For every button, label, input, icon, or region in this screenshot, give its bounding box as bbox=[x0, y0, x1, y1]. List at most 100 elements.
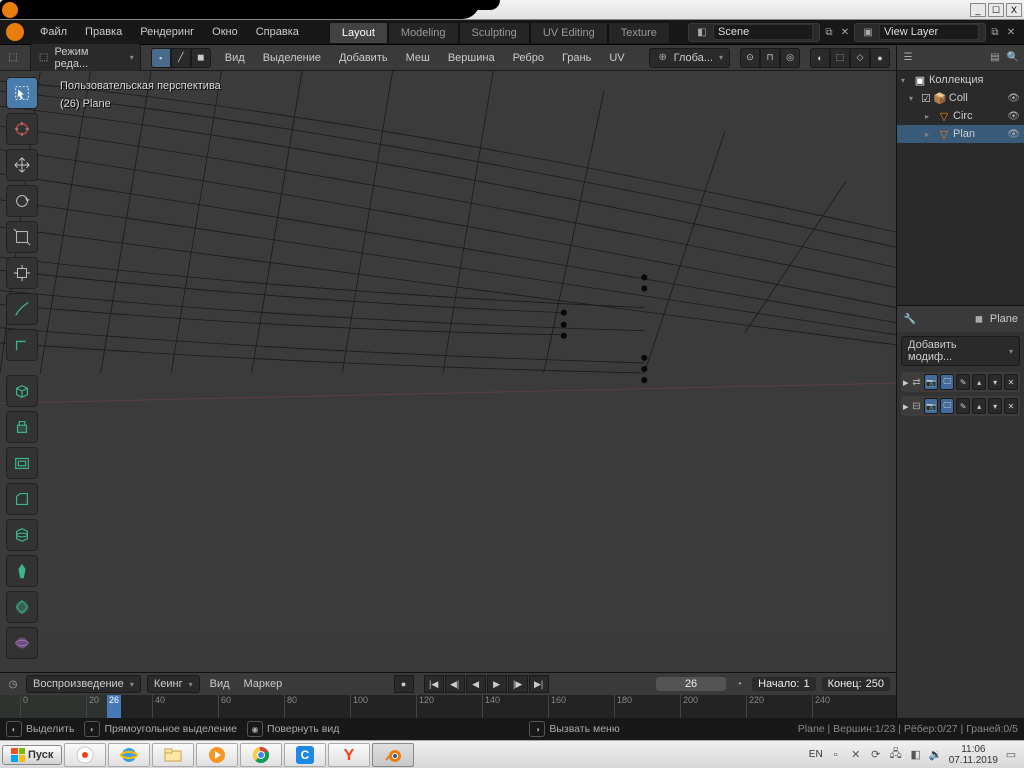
outliner[interactable]: ▾▣Коллекция ▾☑📦Coll👁 ▸▽Circ👁 ▸▽Plan👁 bbox=[897, 71, 1024, 305]
playhead[interactable]: 26 bbox=[107, 695, 121, 718]
tb-yandex[interactable] bbox=[64, 743, 106, 767]
frame-start[interactable]: Начало:1 bbox=[752, 677, 816, 691]
tool-rotate[interactable] bbox=[6, 185, 38, 217]
scene-input[interactable] bbox=[713, 24, 813, 40]
tb-wmp[interactable] bbox=[196, 743, 238, 767]
mod1-render[interactable]: 📷 bbox=[924, 374, 938, 390]
tool-measure[interactable] bbox=[6, 329, 38, 361]
jump-start[interactable]: |◀ bbox=[424, 675, 444, 693]
mod2-edit[interactable]: ✎ bbox=[956, 398, 970, 414]
outliner-collection-root[interactable]: ▾▣Коллекция bbox=[897, 71, 1024, 89]
face-mode[interactable]: ◼ bbox=[191, 48, 211, 68]
tray-volume-icon[interactable]: 🔉 bbox=[929, 748, 943, 762]
viewlayer-selector[interactable]: ▣ bbox=[854, 23, 986, 42]
menu-file[interactable]: Файл bbox=[32, 23, 75, 41]
tool-add-cube[interactable] bbox=[6, 375, 38, 407]
props-editor-icon[interactable]: 🔧 bbox=[903, 312, 917, 326]
hm-select[interactable]: Выделение bbox=[259, 50, 325, 66]
tool-poly-build[interactable] bbox=[6, 591, 38, 623]
visibility-toggle[interactable]: 👁 bbox=[1007, 129, 1020, 140]
playback-dropdown[interactable]: Воспроизведение bbox=[26, 675, 141, 693]
tray-network-icon[interactable]: 🖧 bbox=[889, 748, 903, 762]
tb-explorer[interactable] bbox=[152, 743, 194, 767]
orientation-dropdown[interactable]: ⊕Глоба... bbox=[649, 48, 730, 68]
mode-dropdown[interactable]: ⬚Режим реда... bbox=[30, 43, 141, 73]
maximize-button[interactable]: ☐ bbox=[988, 3, 1004, 17]
close-button[interactable]: X bbox=[1006, 3, 1022, 17]
tray-clock[interactable]: 11:0607.11.2019 bbox=[949, 744, 998, 766]
keyframe-prev[interactable]: ◀| bbox=[445, 675, 465, 693]
mod2-render[interactable]: 📷 bbox=[924, 398, 938, 414]
scene-selector[interactable]: ◧ bbox=[688, 23, 820, 42]
keyframe-next[interactable]: |▶ bbox=[508, 675, 528, 693]
tb-yandex-browser[interactable]: Y bbox=[328, 743, 370, 767]
play-reverse[interactable]: ◀ bbox=[466, 675, 486, 693]
edge-mode[interactable]: ╱ bbox=[171, 48, 191, 68]
autokey-toggle[interactable]: ● bbox=[394, 675, 414, 693]
hm-mesh[interactable]: Меш bbox=[402, 50, 434, 66]
hm-vertex[interactable]: Вершина bbox=[444, 50, 499, 66]
outliner-item-coll[interactable]: ▾☑📦Coll👁 bbox=[897, 89, 1024, 107]
menu-edit[interactable]: Правка bbox=[77, 23, 130, 41]
layer-del-icon[interactable]: ✕ bbox=[1004, 25, 1018, 39]
modifier-2[interactable]: ▸⊟ 📷🖵 ✎▴▾✕ bbox=[901, 396, 1020, 416]
tl-marker[interactable]: Маркер bbox=[240, 676, 287, 692]
tool-annotate[interactable] bbox=[6, 293, 38, 325]
scene-del-icon[interactable]: ✕ bbox=[838, 25, 852, 39]
outliner-editor-icon[interactable]: ☰ bbox=[901, 51, 915, 65]
mod2-del[interactable]: ✕ bbox=[1004, 398, 1018, 414]
editor-type-icon[interactable]: ⬚ bbox=[6, 51, 20, 65]
play[interactable]: ▶ bbox=[487, 675, 507, 693]
timeline-editor-icon[interactable]: ◷ bbox=[6, 677, 20, 691]
current-frame[interactable]: 26 bbox=[656, 677, 726, 691]
search-icon[interactable]: 🔍 bbox=[1006, 51, 1020, 65]
modifier-1[interactable]: ▸⇄ 📷🖵 ✎▴▾✕ bbox=[901, 372, 1020, 392]
vertex-mode[interactable]: ▪ bbox=[151, 48, 171, 68]
overlay-toggle[interactable]: ◐ bbox=[810, 48, 830, 68]
viewport-3d[interactable]: Пользовательская перспектива (26) Plane bbox=[0, 71, 896, 672]
start-button[interactable]: Пуск bbox=[2, 745, 62, 765]
mod1-del[interactable]: ✕ bbox=[1004, 374, 1018, 390]
tool-transform[interactable] bbox=[6, 257, 38, 289]
mod1-edit[interactable]: ✎ bbox=[956, 374, 970, 390]
ws-layout[interactable]: Layout bbox=[329, 22, 388, 43]
hm-uv[interactable]: UV bbox=[605, 50, 628, 66]
filter-icon[interactable]: ▤ bbox=[988, 51, 1002, 65]
add-modifier-dropdown[interactable]: Добавить модиф... bbox=[901, 336, 1020, 366]
tool-knife[interactable] bbox=[6, 555, 38, 587]
mod2-down[interactable]: ▾ bbox=[988, 398, 1002, 414]
hm-view[interactable]: Вид bbox=[221, 50, 249, 66]
scene-copy-icon[interactable]: ⧉ bbox=[822, 25, 836, 39]
frame-end[interactable]: Конец:250 bbox=[822, 677, 890, 691]
tool-spin[interactable] bbox=[6, 627, 38, 659]
mod1-down[interactable]: ▾ bbox=[988, 374, 1002, 390]
tray-app-icon[interactable]: ◧ bbox=[909, 748, 923, 762]
tb-ie[interactable] bbox=[108, 743, 150, 767]
hm-face[interactable]: Грань bbox=[558, 50, 595, 66]
tray-update-icon[interactable]: ⟳ bbox=[869, 748, 883, 762]
jump-end[interactable]: ▶| bbox=[529, 675, 549, 693]
tray-shield-icon[interactable]: ✕ bbox=[849, 748, 863, 762]
mod2-up[interactable]: ▴ bbox=[972, 398, 986, 414]
visibility-toggle[interactable]: 👁 bbox=[1007, 111, 1020, 122]
ws-uv[interactable]: UV Editing bbox=[530, 22, 608, 43]
hm-edge[interactable]: Ребро bbox=[509, 50, 548, 66]
tool-bevel[interactable] bbox=[6, 483, 38, 515]
tl-view[interactable]: Вид bbox=[206, 676, 234, 692]
mod1-realtime[interactable]: 🖵 bbox=[940, 374, 954, 390]
xray-toggle[interactable]: ⬚ bbox=[830, 48, 850, 68]
solid-shade[interactable]: ● bbox=[870, 48, 890, 68]
keying-dropdown[interactable]: Кеинг bbox=[147, 675, 200, 693]
snap-btn[interactable]: ⊓ bbox=[760, 48, 780, 68]
tool-scale[interactable] bbox=[6, 221, 38, 253]
mod1-up[interactable]: ▴ bbox=[972, 374, 986, 390]
tb-cent[interactable]: C bbox=[284, 743, 326, 767]
tray-flag-icon[interactable]: ▫ bbox=[829, 748, 843, 762]
visibility-toggle[interactable]: 👁 bbox=[1007, 93, 1020, 104]
wire-shade[interactable]: ◇ bbox=[850, 48, 870, 68]
outliner-item-plan[interactable]: ▸▽Plan👁 bbox=[897, 125, 1024, 143]
hm-add[interactable]: Добавить bbox=[335, 50, 392, 66]
menu-window[interactable]: Окно bbox=[204, 23, 246, 41]
tb-chrome[interactable] bbox=[240, 743, 282, 767]
stopwatch-icon[interactable]: ◔ bbox=[732, 677, 746, 691]
